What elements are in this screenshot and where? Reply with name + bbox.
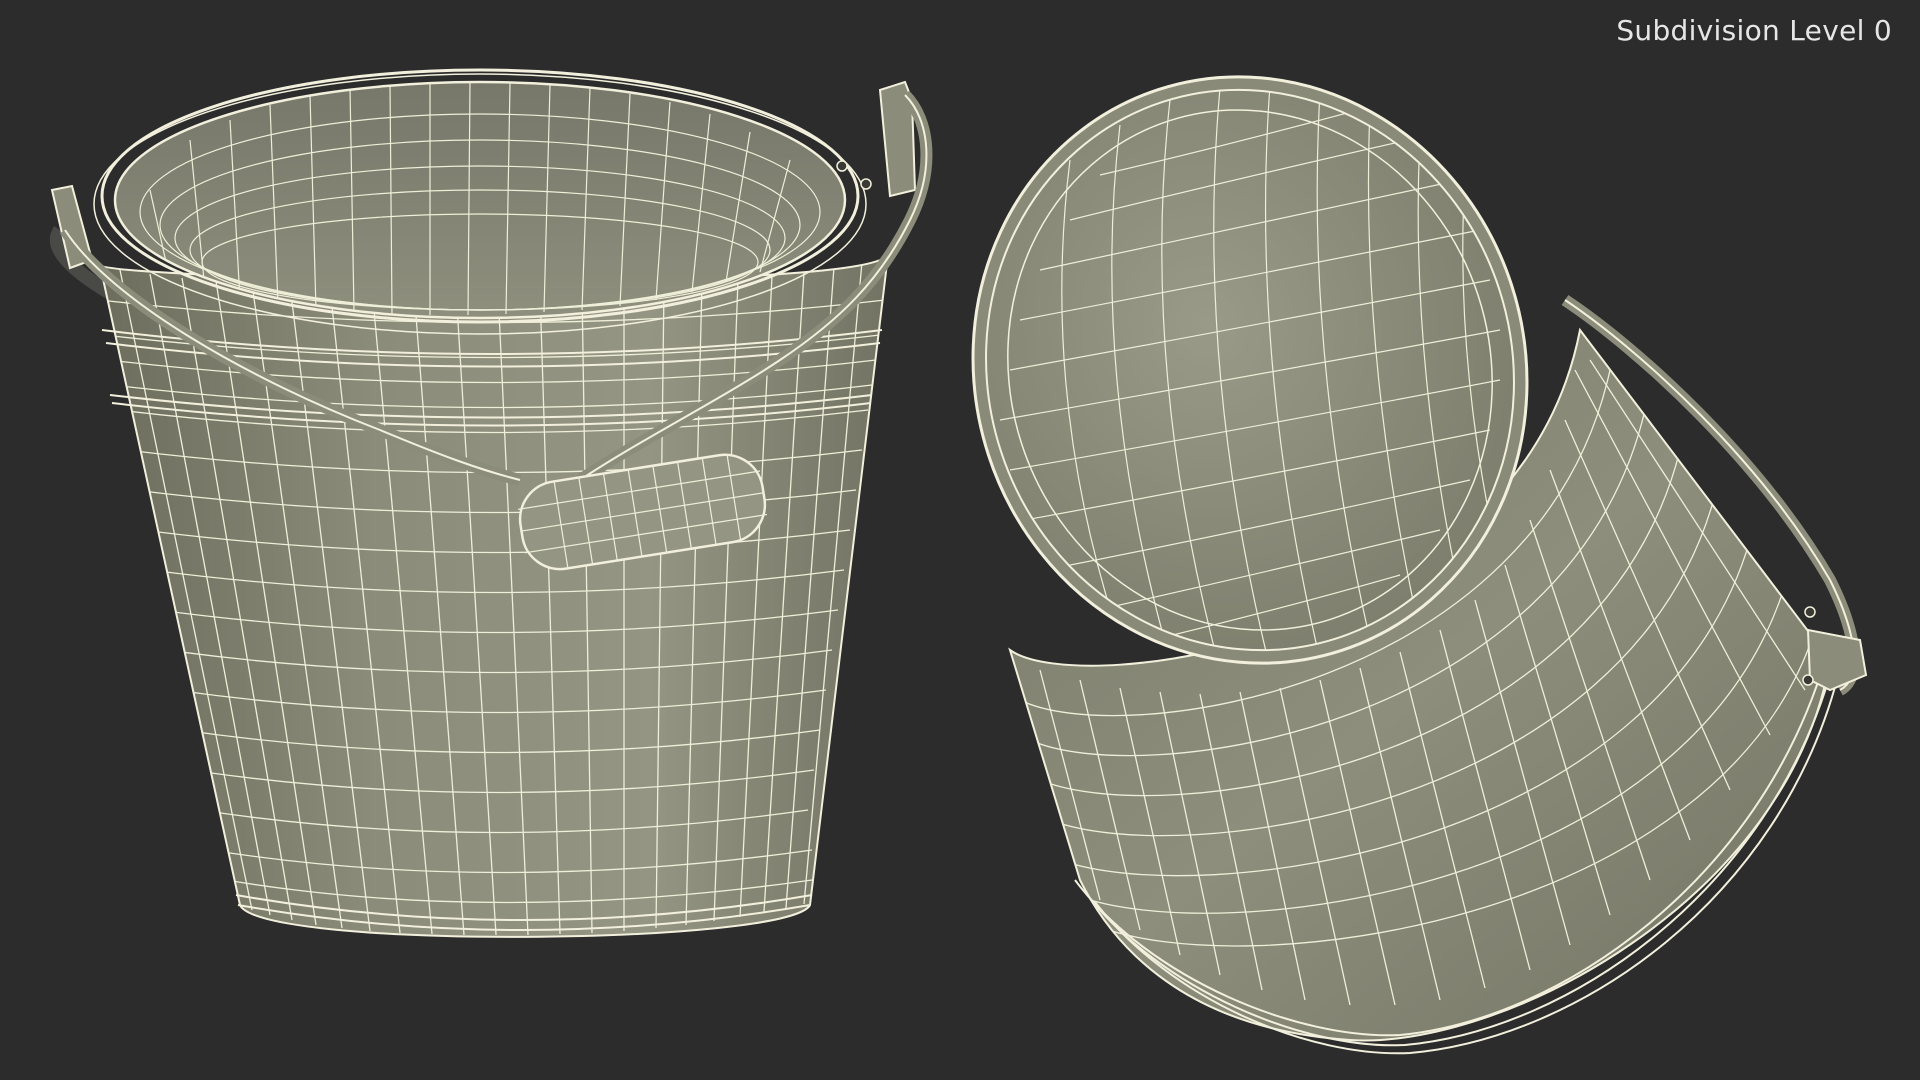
subdivision-level-label: Subdivision Level 0: [1616, 14, 1892, 47]
wireframe-render: [50, 68, 1868, 1055]
bucket-tilted: [971, 75, 1868, 1055]
viewport: Subdivision Level 0: [0, 0, 1920, 1080]
bucket-upright: [50, 68, 933, 938]
